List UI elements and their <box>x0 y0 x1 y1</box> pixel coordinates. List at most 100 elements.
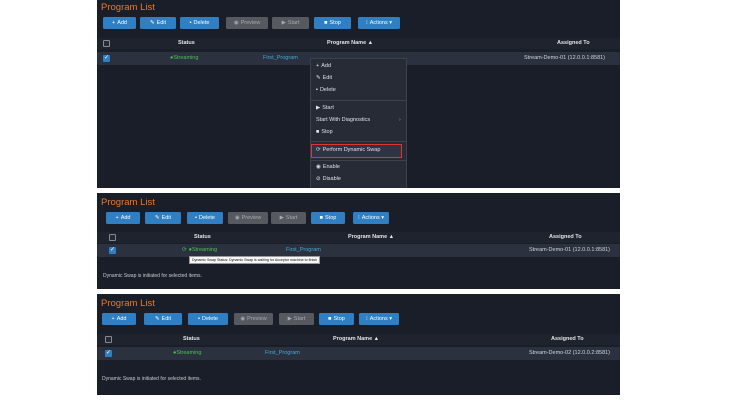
table-row[interactable]: ✓ ⟳ ●Streaming First_Program Stream-Demo-… <box>97 244 620 257</box>
trash-icon: ▪ <box>316 87 318 93</box>
status-cell: ●Streaming <box>173 350 202 356</box>
edit-button[interactable]: ✎ Edit <box>144 313 182 325</box>
table-header: Status Program Name ▲ Assigned To <box>97 232 620 243</box>
table-row[interactable]: ✓ ●Streaming First_Program Stream-Demo-0… <box>97 347 620 360</box>
sort-up-icon: ▲ <box>387 234 395 240</box>
row-checkbox[interactable]: ✓ <box>103 55 110 62</box>
plus-icon: + <box>316 63 320 69</box>
trash-icon: ▪ <box>198 316 201 322</box>
actions-context-menu: + Add ✎ Edit ▪ Delete ▶ Start Start With Dia… <box>310 58 407 188</box>
caret-down-icon: ▾ <box>379 215 385 221</box>
preview-button[interactable]: ◉ Preview <box>234 313 273 325</box>
stop-icon: ■ <box>316 129 320 135</box>
add-button[interactable]: + Add <box>103 17 136 29</box>
menu-divider <box>311 160 406 161</box>
start-button[interactable]: ▶ Start <box>271 212 306 224</box>
table-header: Status Program Name ▲ Assigned To <box>97 334 620 345</box>
menu-item-edit[interactable]: ✎ Edit <box>316 75 332 81</box>
menu-item-perform-dynamic-swap[interactable]: ⟳ Perform Dynamic Swap <box>316 147 380 153</box>
stop-button[interactable]: ■ Stop <box>314 17 351 29</box>
column-header-program-name[interactable]: Program Name ▲ <box>333 334 379 345</box>
eye-icon: ◉ <box>234 215 240 221</box>
menu-icon: ⁝ <box>365 316 368 322</box>
program-name-link[interactable]: First_Program <box>263 52 298 65</box>
trash-icon: ▪ <box>195 215 198 221</box>
actions-dropdown[interactable]: ⁝ Actions ▾ <box>358 17 400 29</box>
menu-divider <box>311 141 406 142</box>
column-header-program-name[interactable]: Program Name ▲ <box>327 38 373 49</box>
assigned-to-cell: Stream-Demo-02 (12.0.0.2:8581) <box>529 350 611 356</box>
row-checkbox[interactable]: ✓ <box>109 247 116 254</box>
refresh-icon: ⟳ <box>182 247 187 253</box>
eye-icon: ◉ <box>233 20 239 26</box>
check-icon: ✓ <box>110 247 116 253</box>
menu-divider <box>311 100 406 101</box>
edit-icon: ✎ <box>149 20 155 26</box>
dynamic-swap-status-tooltip: Dynamic Swap Status: Dynamic Swap is wai… <box>189 256 321 264</box>
eye-icon: ◉ <box>240 316 246 322</box>
chevron-right-icon: › <box>399 117 401 123</box>
edit-button[interactable]: ✎ Edit <box>145 212 181 224</box>
sort-up-icon: ▲ <box>366 40 374 46</box>
edit-icon: ✎ <box>316 75 321 81</box>
column-header-assigned-to[interactable]: Assigned To <box>551 334 584 345</box>
menu-item-add[interactable]: + Add <box>316 63 331 69</box>
page-title: Program List <box>101 197 155 208</box>
caret-down-icon: ▾ <box>387 316 393 322</box>
column-header-status[interactable]: Status <box>194 232 211 243</box>
circle-check-icon: ◉ <box>316 164 321 170</box>
menu-item-disable[interactable]: ⊘ Disable <box>316 176 341 182</box>
trash-icon: ▪ <box>189 20 192 26</box>
stop-button[interactable]: ■ Stop <box>311 212 345 224</box>
add-button[interactable]: + Add <box>106 212 140 224</box>
status-cell: ●Streaming <box>170 55 199 61</box>
stop-icon: ■ <box>328 316 332 322</box>
menu-item-start[interactable]: ▶ Start <box>316 105 334 111</box>
select-all-checkbox[interactable] <box>109 234 116 241</box>
edit-button[interactable]: ✎ Edit <box>140 17 176 29</box>
program-list-panel: Program List + Add ✎ Edit ▪ Delete ◉ Preview… <box>97 0 620 188</box>
start-button[interactable]: ▶ Start <box>272 17 309 29</box>
stop-icon: ■ <box>319 215 323 221</box>
column-header-assigned-to[interactable]: Assigned To <box>549 232 582 243</box>
plus-icon: + <box>111 20 116 26</box>
edit-icon: ✎ <box>154 316 160 322</box>
program-name-link[interactable]: First_Program <box>265 347 300 360</box>
preview-button[interactable]: ◉ Preview <box>228 212 268 224</box>
ban-icon: ⊘ <box>316 176 321 182</box>
play-icon: ▶ <box>316 105 321 111</box>
start-button[interactable]: ▶ Start <box>279 313 314 325</box>
menu-item-stop[interactable]: ■ Stop <box>316 129 333 135</box>
delete-button[interactable]: ▪ Delete <box>188 313 228 325</box>
column-header-status[interactable]: Status <box>183 334 200 345</box>
row-checkbox[interactable]: ✓ <box>105 350 112 357</box>
delete-button[interactable]: ▪ Delete <box>187 212 223 224</box>
assigned-to-cell: Stream-Demo-01 (12.0.0.1:8581) <box>524 55 606 61</box>
add-button[interactable]: + Add <box>102 313 136 325</box>
program-list-panel: Program List + Add ✎ Edit ▪ Delete ◉ Preview… <box>97 294 620 395</box>
column-header-assigned-to[interactable]: Assigned To <box>557 38 590 49</box>
plus-icon: + <box>115 215 119 221</box>
page-title: Program List <box>101 2 155 13</box>
table-header: Status Program Name ▲ Assigned To <box>97 38 620 49</box>
column-header-program-name[interactable]: Program Name ▲ <box>348 232 394 243</box>
preview-button[interactable]: ◉ Preview <box>226 17 268 29</box>
status-message: Dynamic Swap is initiated for selected i… <box>103 273 202 279</box>
select-all-checkbox[interactable] <box>105 336 112 343</box>
menu-item-delete[interactable]: ▪ Delete <box>316 87 336 93</box>
check-icon: ✓ <box>106 350 112 356</box>
stop-icon: ■ <box>324 20 328 26</box>
program-list-panel: Program List + Add ✎ Edit ▪ Delete ◉ Preview… <box>97 193 620 289</box>
menu-item-start-with-diagnostics[interactable]: Start With Diagnostics <box>316 117 370 123</box>
status-message: Dynamic Swap is initiated for selected i… <box>102 376 201 382</box>
menu-item-enable[interactable]: ◉ Enable <box>316 164 340 170</box>
assigned-to-cell: Stream-Demo-01 (12.0.0.1:8581) <box>529 247 611 253</box>
play-icon: ▶ <box>287 316 292 322</box>
actions-dropdown[interactable]: ⁝ Actions ▾ <box>353 212 389 224</box>
delete-button[interactable]: ▪ Delete <box>180 17 219 29</box>
plus-icon: + <box>111 316 115 322</box>
column-header-status[interactable]: Status <box>178 38 195 49</box>
actions-dropdown[interactable]: ⁝ Actions ▾ <box>359 313 399 325</box>
select-all-checkbox[interactable] <box>103 40 110 47</box>
stop-button[interactable]: ■ Stop <box>319 313 354 325</box>
